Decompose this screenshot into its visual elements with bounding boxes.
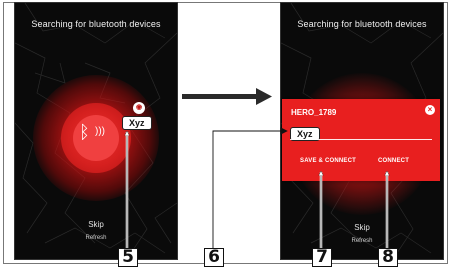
annotation-number-5: 5 [118, 248, 138, 267]
figure: Searching for bluetooth devices ᛒ ))) ◉ … [0, 0, 451, 267]
annotation-layer [0, 88, 451, 248]
right-arrow-icon [182, 88, 272, 105]
annotation-number-6: 6 [204, 248, 224, 267]
annotation-number-8: 8 [378, 248, 398, 267]
leader-line-6 [212, 127, 288, 248]
annotation-number-7: 7 [312, 248, 332, 267]
